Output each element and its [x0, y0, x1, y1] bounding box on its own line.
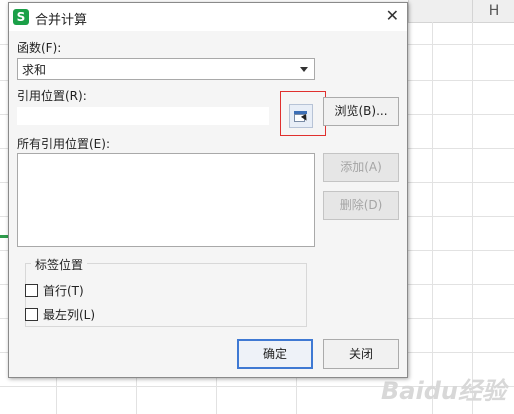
first-row-label[interactable]: 首行(T): [43, 282, 84, 299]
all-references-list[interactable]: [17, 153, 315, 247]
close-button[interactable]: 关闭: [323, 339, 399, 369]
left-column-label[interactable]: 最左列(L): [43, 306, 95, 323]
app-icon: S: [13, 9, 29, 25]
column-header-g[interactable]: [408, 0, 473, 23]
dialog-title: 合并计算: [35, 13, 88, 28]
left-column-checkbox[interactable]: [25, 308, 38, 321]
function-select-value: 求和: [22, 63, 47, 77]
close-icon[interactable]: ✕: [386, 7, 399, 25]
browse-button[interactable]: 浏览(B)...: [323, 97, 399, 126]
all-references-label: 所有引用位置(E):: [17, 137, 110, 151]
dialog-titlebar[interactable]: S 合并计算 ✕: [9, 3, 407, 31]
chevron-down-icon[interactable]: [300, 67, 308, 72]
delete-button[interactable]: 删除(D): [323, 191, 399, 220]
function-select[interactable]: 求和: [17, 58, 315, 80]
reference-label: 引用位置(R):: [17, 89, 87, 103]
highlight-box: [280, 91, 326, 136]
function-label: 函数(F):: [17, 41, 62, 55]
column-header-h[interactable]: H: [472, 0, 514, 23]
cell-selection-marker: [0, 235, 8, 238]
add-button[interactable]: 添加(A): [323, 153, 399, 182]
consolidate-dialog: S 合并计算 ✕ 函数(F): 求和 引用位置(R): 浏览(B)... 所有引…: [8, 2, 408, 378]
first-row-checkbox[interactable]: [25, 284, 38, 297]
reference-input[interactable]: [17, 107, 269, 125]
ok-button[interactable]: 确定: [237, 339, 313, 369]
label-position-title: 标签位置: [31, 256, 88, 273]
